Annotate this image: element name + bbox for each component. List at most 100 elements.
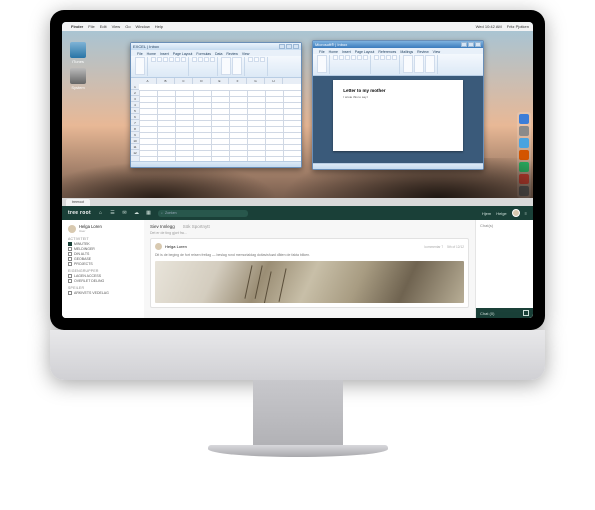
cloud-icon[interactable]: ☁ <box>133 210 140 217</box>
sidebar-section-head: EIGENGRUPPER <box>68 269 138 273</box>
excel-row-headers: 1 2 3 4 5 6 7 8 9 10 11 12 <box>131 84 139 161</box>
paste-button[interactable] <box>135 57 145 75</box>
excel-cells[interactable] <box>139 84 301 161</box>
dock-item[interactable] <box>519 126 529 136</box>
menu-file[interactable]: File <box>88 24 94 29</box>
feed-tabs: Siev Innlegg Sök Sportnytt <box>150 224 469 229</box>
nav-link[interactable]: Hjem <box>482 211 491 216</box>
ribbon-button[interactable] <box>380 55 385 60</box>
ribbon-button[interactable] <box>403 55 413 73</box>
filter-checkbox[interactable]: LAGEN ACCESS <box>68 274 138 278</box>
ribbon-button[interactable] <box>221 57 231 75</box>
search-input[interactable]: ⌕ Zoeken <box>158 210 248 217</box>
checkbox-icon <box>68 242 72 246</box>
menubar-clock[interactable]: Wed 10:42 AM <box>476 24 502 29</box>
ribbon-button[interactable] <box>175 57 180 62</box>
ribbon-button[interactable] <box>374 55 379 60</box>
excel-titlebar[interactable]: EXCEL | Inbox <box>131 43 301 50</box>
ribbon-button[interactable] <box>248 57 253 62</box>
filter-checkbox[interactable]: GEOBASE <box>68 257 138 261</box>
ribbon-button[interactable] <box>386 55 391 60</box>
ribbon-button[interactable] <box>363 55 368 60</box>
close-button[interactable] <box>475 42 481 47</box>
paste-button[interactable] <box>317 55 327 73</box>
ribbon-button[interactable] <box>357 55 362 60</box>
nav-link[interactable]: Helge <box>496 211 506 216</box>
ribbon-button[interactable] <box>210 57 215 62</box>
maximize-button[interactable] <box>468 42 474 47</box>
ribbon-button[interactable] <box>392 55 397 60</box>
word-titlebar[interactable]: Microsoft® | Inbox <box>313 41 483 48</box>
maximize-button[interactable] <box>286 44 292 49</box>
post-author[interactable]: Helga Loren <box>165 244 187 249</box>
ribbon-button[interactable] <box>339 55 344 60</box>
feed-tab[interactable]: Sök Sportnytt <box>183 224 210 229</box>
menubar-app[interactable]: Finder <box>71 24 83 29</box>
filter-checkbox[interactable]: DIN ALTS <box>68 252 138 256</box>
ribbon-button[interactable] <box>260 57 265 62</box>
feed-tab-active[interactable]: Siev Innlegg <box>150 224 175 229</box>
calendar-icon[interactable]: ▦ <box>145 210 152 217</box>
ribbon-button[interactable] <box>181 57 186 62</box>
filter-checkbox[interactable]: OVERLET DELING <box>68 279 138 283</box>
dock-item[interactable] <box>519 114 529 124</box>
post-header: Helga Loren kommentar 7 5th of 12/12 <box>155 243 464 250</box>
menu-view[interactable]: View <box>112 24 121 29</box>
chat-icon[interactable]: ✉ <box>121 210 128 217</box>
menubar-user[interactable]: Fritz Pjotken <box>507 24 529 29</box>
filter-checkbox[interactable]: MELDINGER <box>68 247 138 251</box>
filter-checkbox[interactable]: ARKIVETS VEDELAG <box>68 291 138 295</box>
ribbon-button[interactable] <box>163 57 168 62</box>
excel-title: EXCEL | Inbox <box>133 44 159 49</box>
dock-item[interactable] <box>519 138 529 148</box>
chat-footer-label: Chat (0) <box>480 311 494 316</box>
brand-logo[interactable]: tree root <box>68 210 91 216</box>
filter-checkbox[interactable]: PROJECTS <box>68 262 138 266</box>
menu-help[interactable]: Help <box>155 24 163 29</box>
desktop-icon-label: System <box>68 85 88 90</box>
ribbon-button[interactable] <box>351 55 356 60</box>
post-image[interactable] <box>155 261 464 303</box>
post-comments[interactable]: kommentar 7 <box>425 245 444 249</box>
ribbon-button[interactable] <box>232 57 242 75</box>
home-icon[interactable]: ⌂ <box>97 210 104 217</box>
desktop-icon-itunes[interactable]: iTunes <box>68 42 88 64</box>
menu-edit[interactable]: Edit <box>100 24 107 29</box>
ribbon-button[interactable] <box>414 55 424 73</box>
minimize-button[interactable] <box>461 42 467 47</box>
excel-window[interactable]: EXCEL | Inbox File Home Insert Page Layo… <box>130 42 302 168</box>
ribbon-button[interactable] <box>425 55 435 73</box>
sidebar-user[interactable]: Helga Loren User <box>68 224 138 233</box>
document-title: Letter to my mother <box>343 88 453 93</box>
menu-icon[interactable]: ≡ <box>525 211 527 216</box>
ribbon-button[interactable] <box>204 57 209 62</box>
row-header[interactable]: 12 <box>131 150 139 156</box>
ribbon-button[interactable] <box>254 57 259 62</box>
word-page[interactable]: Letter to my mother I wrote this to say … <box>333 80 463 151</box>
ribbon-button[interactable] <box>333 55 338 60</box>
minimize-button[interactable] <box>279 44 285 49</box>
users-icon[interactable]: ☰ <box>109 210 116 217</box>
word-window[interactable]: Microsoft® | Inbox File Home Insert Page… <box>312 40 484 170</box>
menu-window[interactable]: Window <box>136 24 150 29</box>
imac-stand-neck <box>253 380 343 450</box>
desktop-icon-system[interactable]: System <box>68 68 88 90</box>
search-icon: ⌕ <box>161 211 163 215</box>
menu-go[interactable]: Go <box>125 24 130 29</box>
ribbon-button[interactable] <box>157 57 162 62</box>
filter-checkbox[interactable]: MINUTEK <box>68 242 138 246</box>
browser-tab[interactable]: treeroot <box>66 199 90 206</box>
ribbon-button[interactable] <box>345 55 350 60</box>
chat-footer[interactable]: Chat (0) <box>476 308 533 318</box>
sidebar-user-role: User <box>79 229 102 233</box>
ribbon-button[interactable] <box>169 57 174 62</box>
avatar[interactable] <box>512 209 520 217</box>
imac-stand-base <box>208 445 388 457</box>
ribbon-button[interactable] <box>192 57 197 62</box>
avatar[interactable] <box>155 243 162 250</box>
ribbon-button[interactable] <box>151 57 156 62</box>
expand-icon[interactable] <box>523 310 529 316</box>
close-button[interactable] <box>293 44 299 49</box>
ribbon-button[interactable] <box>198 57 203 62</box>
excel-cells-grid[interactable] <box>139 90 301 161</box>
